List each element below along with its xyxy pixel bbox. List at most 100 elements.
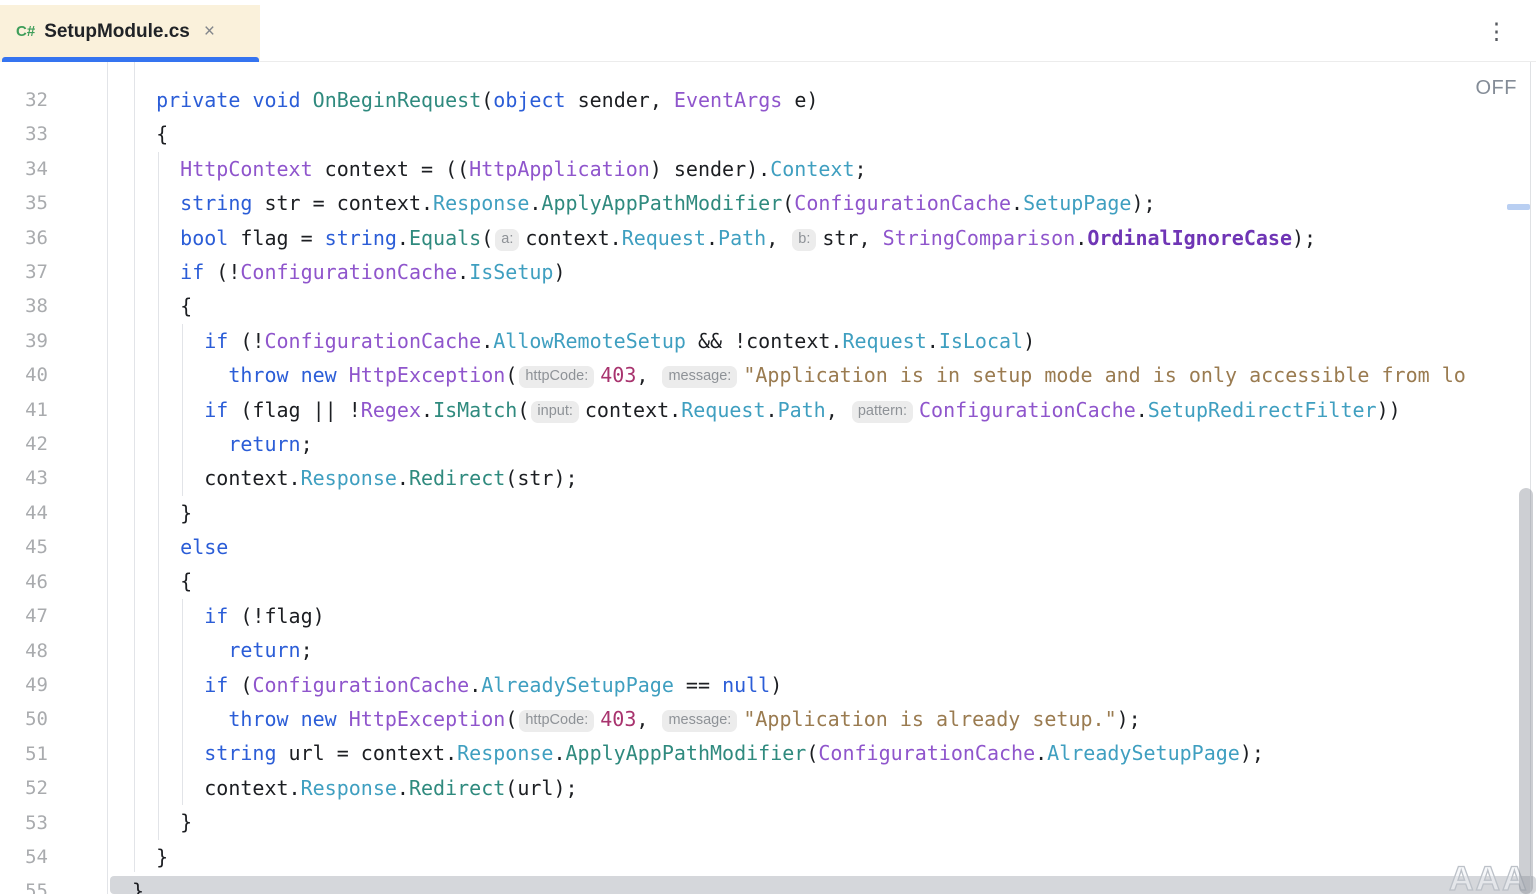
- csharp-file-icon: C#: [16, 23, 35, 40]
- line-number[interactable]: 48: [0, 634, 48, 668]
- inlay-hint: b:: [792, 229, 816, 251]
- tab-title: SetupModule.cs: [44, 21, 190, 43]
- line-number[interactable]: 38: [0, 289, 48, 323]
- code-token: ApplyAppPathModifier: [566, 741, 807, 765]
- code-token: [132, 88, 156, 112]
- code-token: .: [706, 226, 718, 250]
- code-token: .: [1035, 741, 1047, 765]
- code-token: .: [927, 329, 939, 353]
- code-token: [337, 707, 349, 731]
- line-number[interactable]: 45: [0, 530, 48, 564]
- code-token: Regex: [361, 398, 421, 422]
- code-token: [132, 363, 228, 387]
- line-number[interactable]: 51: [0, 737, 48, 771]
- code-token: [132, 191, 180, 215]
- inlay-hint: pattern:: [852, 401, 913, 423]
- code-token: [132, 673, 204, 697]
- code-line: }: [132, 840, 1536, 874]
- code-token: ,: [766, 226, 790, 250]
- line-number[interactable]: 40: [0, 358, 48, 392]
- code-line: if (ConfigurationCache.AlreadySetupPage …: [132, 668, 1536, 702]
- code-token: new: [301, 707, 337, 731]
- code-token: throw: [228, 707, 288, 731]
- code-token: .: [766, 398, 778, 422]
- line-number[interactable]: 47: [0, 599, 48, 633]
- line-number[interactable]: 36: [0, 221, 48, 255]
- code-token: if: [204, 329, 228, 353]
- tab-bar: C# SetupModule.cs × ⋮: [0, 0, 1536, 62]
- gutter[interactable]: 3233343536373839404142434445464748495051…: [0, 83, 48, 894]
- close-icon[interactable]: ×: [204, 22, 215, 41]
- code-line: HttpContext context = ((HttpApplication)…: [132, 152, 1536, 186]
- line-number[interactable]: 32: [0, 83, 48, 117]
- line-number[interactable]: 54: [0, 840, 48, 874]
- code-line: return;: [132, 427, 1536, 461]
- code-token: (: [228, 673, 252, 697]
- code-token: OnBeginRequest: [313, 88, 482, 112]
- line-number[interactable]: 55: [0, 874, 48, 894]
- code-token: .: [397, 226, 409, 250]
- code-token: (!flag): [228, 604, 324, 628]
- code-token: Response: [457, 741, 553, 765]
- line-number[interactable]: 43: [0, 461, 48, 495]
- code-area[interactable]: private void OnBeginRequest(object sende…: [132, 83, 1536, 894]
- code-token: .: [1011, 191, 1023, 215]
- code-token: SetupRedirectFilter: [1148, 398, 1377, 422]
- line-number[interactable]: 42: [0, 427, 48, 461]
- code-token: return: [228, 432, 300, 456]
- code-line: }: [132, 496, 1536, 530]
- code-token: (: [505, 363, 517, 387]
- code-token: ConfigurationCache: [794, 191, 1011, 215]
- code-token: ConfigurationCache: [264, 329, 481, 353]
- code-token: (url);: [505, 776, 577, 800]
- code-token: {: [132, 294, 192, 318]
- line-number[interactable]: 46: [0, 565, 48, 599]
- ide-window: ❖ IL Code 323334353637383940414243444546…: [0, 0, 1536, 894]
- code-token: [132, 707, 228, 731]
- code-token: Redirect: [409, 776, 505, 800]
- vertical-scrollbar[interactable]: [1519, 488, 1533, 894]
- code-token: (: [505, 707, 517, 731]
- code-token: sender,: [566, 88, 674, 112]
- line-number[interactable]: 33: [0, 117, 48, 151]
- line-number[interactable]: 34: [0, 152, 48, 186]
- line-number[interactable]: 41: [0, 393, 48, 427]
- code-line: throw new HttpException(httpCode:403, me…: [132, 358, 1536, 392]
- code-token: context.: [525, 226, 621, 250]
- code-token: AlreadySetupPage: [1047, 741, 1240, 765]
- code-token: [132, 535, 180, 559]
- code-token: [132, 398, 204, 422]
- line-number[interactable]: 52: [0, 771, 48, 805]
- code-token: (: [782, 191, 794, 215]
- line-number[interactable]: 50: [0, 702, 48, 736]
- code-token: StringComparison: [883, 226, 1076, 250]
- line-number[interactable]: 35: [0, 186, 48, 220]
- highlighting-status-badge[interactable]: OFF: [1476, 77, 1518, 100]
- code-token: ConfigurationCache: [252, 673, 469, 697]
- more-options-icon[interactable]: ⋮: [1485, 17, 1508, 45]
- code-token: .: [1136, 398, 1148, 422]
- tab-setupmodule[interactable]: C# SetupModule.cs ×: [0, 5, 260, 62]
- code-token: if: [180, 260, 204, 284]
- code-token: }: [132, 810, 192, 834]
- code-token: Response: [433, 191, 529, 215]
- code-token: SetupPage: [1023, 191, 1131, 215]
- code-token: [301, 88, 313, 112]
- code-token: string: [204, 741, 276, 765]
- code-token: private: [156, 88, 240, 112]
- line-number[interactable]: 53: [0, 806, 48, 840]
- line-number[interactable]: 39: [0, 324, 48, 358]
- code-token: (str);: [505, 466, 577, 490]
- line-number[interactable]: 37: [0, 255, 48, 289]
- code-token: [132, 432, 228, 456]
- code-line: {: [132, 289, 1536, 323]
- code-token: null: [722, 673, 770, 697]
- line-number[interactable]: 49: [0, 668, 48, 702]
- code-token: [132, 741, 204, 765]
- code-token: );: [1292, 226, 1316, 250]
- line-number[interactable]: 44: [0, 496, 48, 530]
- code-token: str,: [822, 226, 882, 250]
- code-line: string url = context.Response.ApplyAppPa…: [132, 736, 1536, 770]
- scroll-stripe-marker: [1507, 204, 1530, 210]
- code-token: .: [457, 260, 469, 284]
